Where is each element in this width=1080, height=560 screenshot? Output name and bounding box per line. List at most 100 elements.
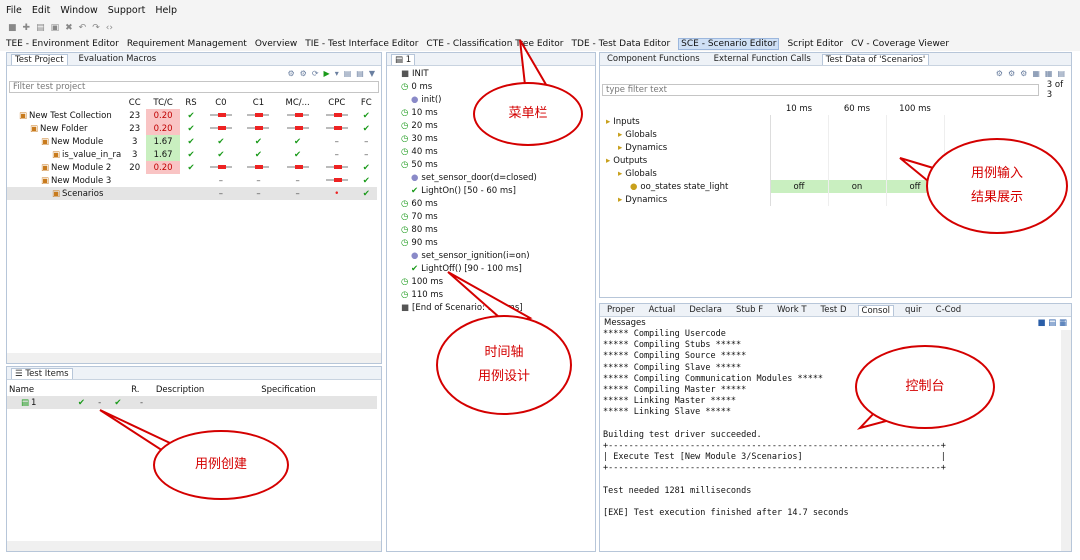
forward-icon[interactable]: ↷: [92, 23, 100, 33]
refresh-icon[interactable]: ⟳: [312, 69, 319, 78]
table-row[interactable]: ▣ New Module 2 20 0.20 ✔ ✔: [7, 161, 377, 174]
table-row[interactable]: ▤ 1 ✔ - ✔ -: [7, 396, 377, 409]
value-cell[interactable]: [770, 154, 829, 167]
editor-tab[interactable]: SCE - Scenario Editor: [678, 37, 780, 50]
editor-tab[interactable]: TDE - Test Data Editor: [572, 39, 671, 49]
tool-icon[interactable]: ▤: [344, 69, 352, 78]
value-cell[interactable]: [828, 154, 887, 167]
value-cell[interactable]: [828, 141, 887, 154]
save-icon[interactable]: ■: [8, 23, 17, 33]
column-header[interactable]: Name: [7, 383, 70, 396]
tab-console[interactable]: Work T: [774, 305, 809, 315]
tree-node[interactable]: ▣ New Test Collection: [7, 109, 123, 122]
timeline-item[interactable]: ◷ 110 ms: [401, 289, 595, 302]
filter-icon[interactable]: ▼: [369, 69, 375, 78]
value-cell[interactable]: [770, 141, 829, 154]
editor-tab[interactable]: Requirement Management: [127, 39, 247, 49]
tree-node[interactable]: ▣ New Module 3: [7, 174, 123, 187]
column-header[interactable]: MC/...: [277, 96, 318, 109]
column-header[interactable]: Specification: [259, 383, 377, 396]
value-cell[interactable]: [886, 115, 945, 128]
value-cell[interactable]: [828, 128, 887, 141]
timeline-item[interactable]: ■ [End of Scenario: 110 ms]: [401, 302, 595, 315]
editor-tab[interactable]: TEE - Environment Editor: [6, 39, 119, 49]
tab-test-data[interactable]: External Function Calls: [711, 54, 814, 64]
table-row[interactable]: ▣ New Module 3 – – – ✔: [7, 174, 377, 187]
time-column-header[interactable]: 100 ms: [886, 102, 944, 115]
table-row[interactable]: ▣ New Module 3 1.67 ✔ ✔ ✔ ✔ – –: [7, 135, 377, 148]
tool-icon[interactable]: ▤: [1048, 318, 1056, 328]
value-cell[interactable]: [770, 167, 829, 180]
column-header[interactable]: [7, 96, 123, 109]
horizontal-scrollbar[interactable]: [7, 541, 381, 551]
tool-icon[interactable]: ▾: [335, 69, 339, 78]
table-row[interactable]: ▣ is_value_in_ra 3 1.67 ✔ ✔ ✔ ✔ – –: [7, 148, 377, 161]
editor-tab[interactable]: Overview: [255, 39, 297, 49]
tool-icon[interactable]: ▦: [1059, 318, 1067, 328]
timeline-item[interactable]: ◷ 90 ms: [401, 237, 595, 250]
tab-scenario[interactable]: ▤ 1: [391, 53, 416, 65]
tree-node[interactable]: ▣ is_value_in_ra: [7, 148, 123, 161]
timeline-item[interactable]: ◷ 80 ms: [401, 224, 595, 237]
table-row[interactable]: ▣ New Folder 23 0.20 ✔ ✔: [7, 122, 377, 135]
back-icon[interactable]: ↶: [79, 23, 87, 33]
timeline-item[interactable]: ◷ 100 ms: [401, 276, 595, 289]
new-icon[interactable]: ✚: [23, 23, 31, 33]
column-header[interactable]: TC/C: [146, 96, 180, 109]
tool-icon[interactable]: ▤: [1057, 69, 1065, 78]
horizontal-scrollbar[interactable]: [7, 353, 381, 363]
tree-node[interactable]: ▣ New Folder: [7, 122, 123, 135]
value-cell[interactable]: [886, 141, 945, 154]
tab-console[interactable]: Stub F: [733, 305, 766, 315]
menu-item-help[interactable]: Help: [155, 5, 177, 16]
arrows-icon[interactable]: ‹›: [106, 23, 113, 33]
tab-console[interactable]: Test D: [818, 305, 850, 315]
tab-test-data[interactable]: Component Functions: [604, 54, 703, 64]
tab-test-items[interactable]: ☰ Test Items: [11, 367, 73, 379]
tab-console[interactable]: quir: [902, 305, 925, 315]
tool-icon[interactable]: ▦: [1032, 69, 1040, 78]
tree-node[interactable]: ▸ Dynamics: [600, 193, 771, 206]
tree-node[interactable]: ● oo_states state_light: [600, 180, 771, 193]
editor-tab[interactable]: CTE - Classification Tree Editor: [426, 39, 563, 49]
table-row[interactable]: ▣ New Test Collection 23 0.20 ✔ ✔: [7, 109, 377, 122]
timeline-item[interactable]: ✔ LightOff() [90 - 100 ms]: [401, 263, 595, 276]
tab-console[interactable]: Proper: [604, 305, 638, 315]
timeline-item[interactable]: ◷ 50 ms: [401, 159, 595, 172]
timeline-item[interactable]: ● set_sensor_ignition(i=on): [401, 250, 595, 263]
menu-item-file[interactable]: File: [6, 5, 22, 16]
tab-test-data[interactable]: Test Data of 'Scenarios': [821, 53, 930, 65]
timeline-item[interactable]: ◷ 70 ms: [401, 211, 595, 224]
tool-icon[interactable]: ⚙: [300, 69, 307, 78]
project-filter-input[interactable]: Filter test project: [9, 81, 379, 93]
column-header[interactable]: R.: [129, 383, 154, 396]
column-header[interactable]: CPC: [318, 96, 356, 109]
value-cell[interactable]: [828, 115, 887, 128]
tab-test-project[interactable]: Test Project: [11, 53, 68, 65]
tab-evaluation-macros[interactable]: Evaluation Macros: [76, 54, 160, 64]
tab-console[interactable]: Actual: [646, 305, 679, 315]
tree-node[interactable]: ▸ Dynamics: [600, 141, 771, 154]
save-icon[interactable]: ■: [1038, 318, 1046, 328]
tool-icon[interactable]: ⚙: [996, 69, 1003, 78]
column-header[interactable]: C1: [240, 96, 278, 109]
menu-item-edit[interactable]: Edit: [32, 5, 50, 16]
column-header[interactable]: CC: [123, 96, 146, 109]
vertical-scrollbar[interactable]: [1061, 330, 1071, 551]
menu-item-window[interactable]: Window: [60, 5, 97, 16]
value-cell[interactable]: on: [828, 180, 887, 193]
tree-node[interactable]: ▸ Globals: [600, 128, 771, 141]
column-header[interactable]: RS: [180, 96, 202, 109]
value-cell[interactable]: [828, 167, 887, 180]
value-cell[interactable]: [770, 115, 829, 128]
timeline-item[interactable]: ◷ 40 ms: [401, 146, 595, 159]
timeline-item[interactable]: ✔ LightOn() [50 - 60 ms]: [401, 185, 595, 198]
tab-console[interactable]: C-Cod: [933, 305, 965, 315]
tool-icon[interactable]: ▣: [51, 23, 60, 33]
tree-node[interactable]: ▣ New Module: [7, 135, 123, 148]
tool-icon[interactable]: ⚙: [1008, 69, 1015, 78]
tab-console[interactable]: Declara: [686, 305, 725, 315]
tree-node[interactable]: ▸ Globals: [600, 167, 771, 180]
tool-icon[interactable]: ▦: [1045, 69, 1053, 78]
time-column-header[interactable]: 60 ms: [828, 102, 886, 115]
